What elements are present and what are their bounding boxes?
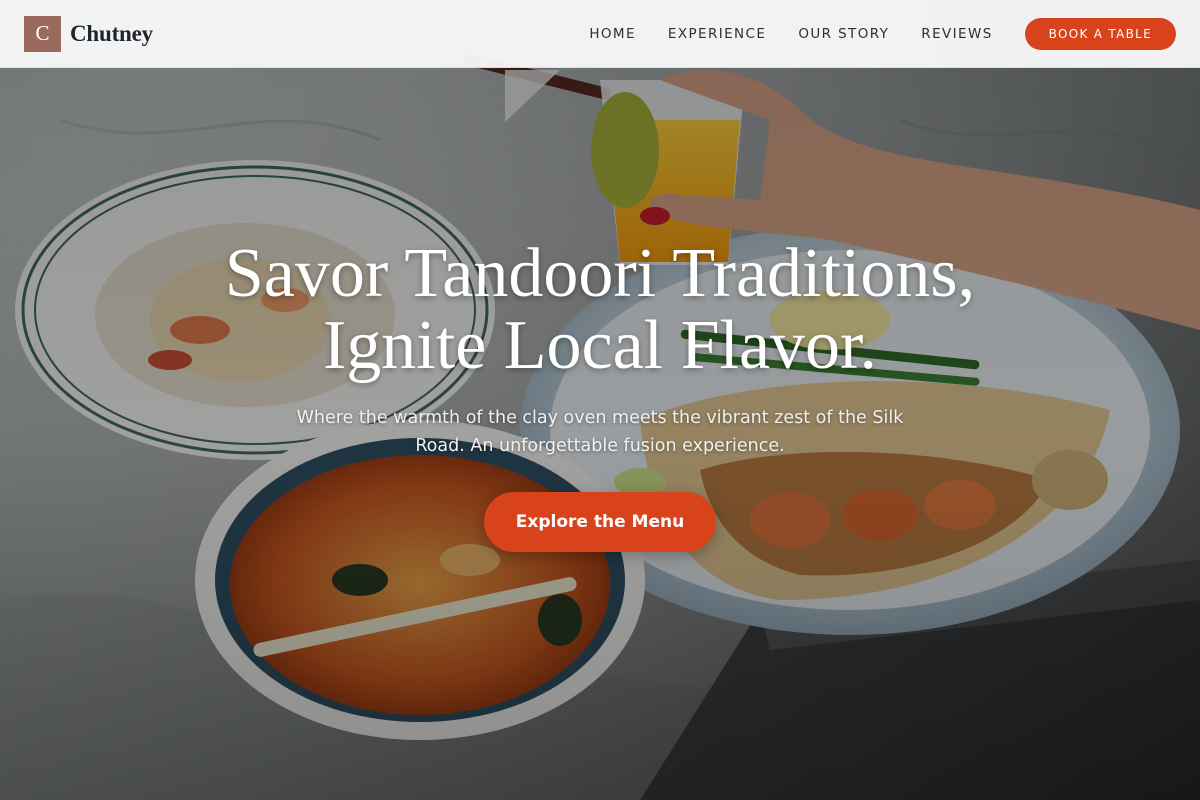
- nav-link-reviews[interactable]: REVIEWS: [921, 26, 992, 42]
- hero-subtitle: Where the warmth of the clay oven meets …: [296, 408, 904, 456]
- nav-link-experience[interactable]: EXPERIENCE: [668, 26, 766, 42]
- main-nav: HOME EXPERIENCE OUR STORY REVIEWS BOOK A…: [589, 17, 1176, 50]
- nav-link-home[interactable]: HOME: [589, 26, 636, 42]
- hero-title-line-1: Savor Tandoori Traditions,: [224, 235, 976, 312]
- site-header: C Chutney HOME EXPERIENCE OUR STORY REVI…: [0, 0, 1200, 68]
- logo-mark: C: [24, 15, 61, 52]
- nav-link-our-story[interactable]: OUR STORY: [798, 26, 889, 42]
- explore-menu-button[interactable]: Explore the Menu: [484, 492, 716, 552]
- book-table-button[interactable]: BOOK A TABLE: [1024, 17, 1176, 50]
- hero-title: Savor Tandoori Traditions, Ignite Local …: [150, 238, 1050, 382]
- page: C Chutney HOME EXPERIENCE OUR STORY REVI…: [0, 0, 1200, 800]
- hero-section: Savor Tandoori Traditions, Ignite Local …: [0, 238, 1200, 552]
- hero-title-line-2: Ignite Local Flavor.: [322, 307, 878, 384]
- brand-logo-link[interactable]: C Chutney: [24, 15, 153, 52]
- brand-name: Chutney: [70, 20, 153, 46]
